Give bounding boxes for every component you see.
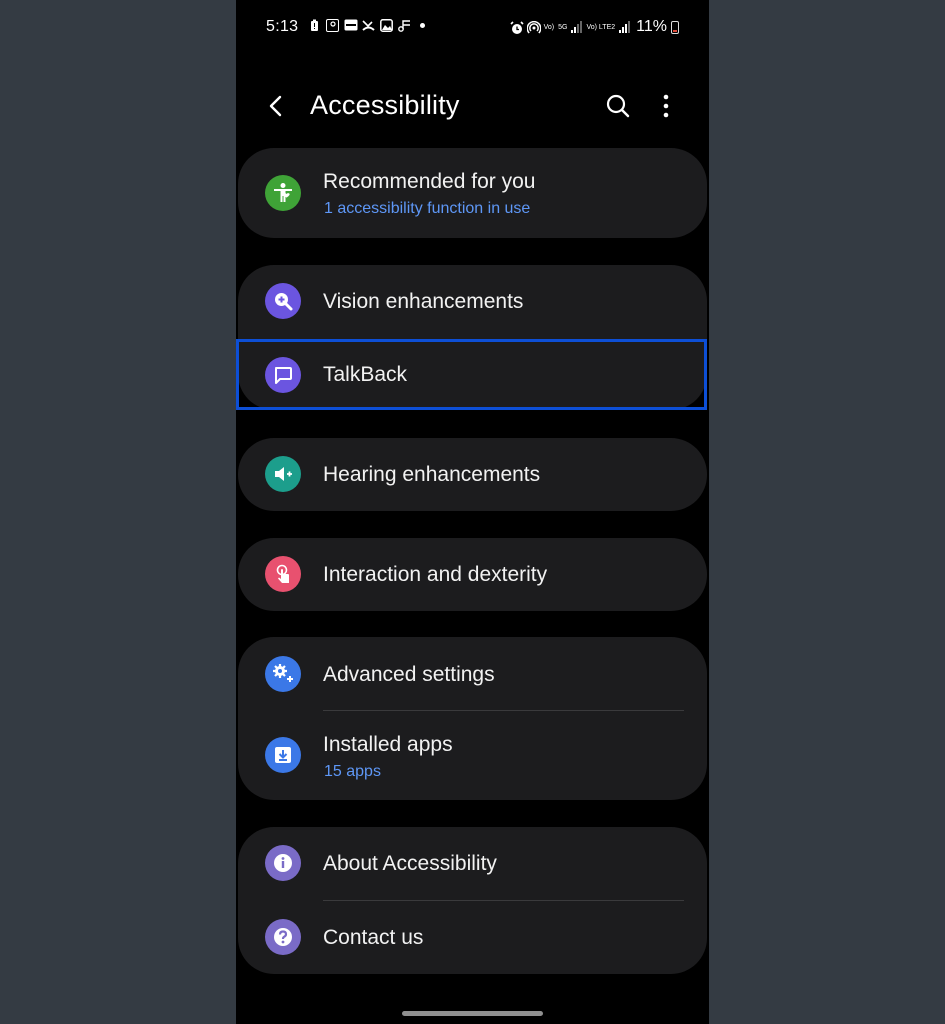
- hearing-enhancements-item[interactable]: Hearing enhancements: [238, 438, 707, 511]
- download-icon: [265, 737, 301, 773]
- signal-strength-2-icon: [619, 21, 631, 33]
- status-time: 5:13: [266, 18, 299, 35]
- app-header: Accessibility: [236, 72, 709, 142]
- recommended-for-you-item[interactable]: Recommended for you 1 accessibility func…: [238, 148, 707, 238]
- status-right-icons: Vo) 5G Vo) LTE2 11%: [510, 18, 679, 36]
- interaction-dexterity-item[interactable]: Interaction and dexterity: [238, 538, 707, 611]
- about-accessibility-item[interactable]: About Accessibility: [238, 827, 707, 900]
- battery-alert-icon: [308, 19, 321, 32]
- more-vertical-icon: [663, 94, 669, 118]
- hand-touch-icon: [265, 556, 301, 592]
- battery-icon: [671, 20, 679, 34]
- screen-record-icon: [326, 19, 339, 32]
- app-notification-icon: [344, 19, 358, 32]
- missed-call-icon: [362, 19, 375, 32]
- about-card: About Accessibility Contact us: [238, 827, 707, 974]
- battery-percent: 11%: [636, 18, 667, 35]
- chevron-left-icon: [269, 95, 282, 117]
- talkback-focus-highlight: [236, 339, 707, 410]
- advanced-title: Advanced settings: [323, 663, 495, 686]
- interaction-card: Interaction and dexterity: [238, 538, 707, 611]
- search-button[interactable]: [602, 90, 634, 122]
- recommended-title: Recommended for you: [323, 170, 536, 193]
- vision-title: Vision enhancements: [323, 290, 524, 313]
- interaction-title: Interaction and dexterity: [323, 563, 548, 586]
- installed-subtitle: 15 apps: [324, 763, 381, 780]
- phone-screen: 5:13 Vo) 5G Vo) LTE2 11% Accessibility R…: [236, 0, 709, 1024]
- gallery-icon: [380, 19, 393, 32]
- advanced-card: Advanced settings Installed apps 15 apps: [238, 637, 707, 800]
- accessibility-person-icon: [265, 175, 301, 211]
- 5g-label: 5G: [558, 23, 568, 31]
- volte-label-2: Vo) LTE2: [586, 23, 616, 31]
- installed-apps-item[interactable]: Installed apps 15 apps: [238, 711, 707, 800]
- page-title: Accessibility: [310, 90, 460, 120]
- music-note-icon: [398, 19, 411, 32]
- advanced-settings-item[interactable]: Advanced settings: [238, 637, 707, 710]
- more-options-button[interactable]: [654, 90, 678, 122]
- info-icon: [265, 845, 301, 881]
- alarm-icon: [510, 20, 524, 34]
- status-left-icons: [308, 19, 425, 32]
- search-icon: [606, 94, 630, 118]
- magnifier-icon: [265, 283, 301, 319]
- vision-enhancements-item[interactable]: Vision enhancements: [238, 265, 707, 339]
- contact-title: Contact us: [323, 926, 424, 949]
- contact-us-item[interactable]: Contact us: [238, 901, 707, 974]
- more-notifications-dot: [420, 23, 425, 28]
- volte-label-1: Vo): [543, 23, 555, 31]
- recommended-card: Recommended for you 1 accessibility func…: [238, 148, 707, 238]
- recommended-subtitle: 1 accessibility function in use: [324, 200, 531, 217]
- speaker-icon: [265, 456, 301, 492]
- signal-strength-1-icon: [571, 21, 583, 33]
- hotspot-icon: [526, 20, 542, 34]
- navigation-handle[interactable]: [402, 1011, 543, 1016]
- back-button[interactable]: [258, 88, 294, 124]
- status-bar: 5:13 Vo) 5G Vo) LTE2 11%: [236, 0, 709, 56]
- hearing-title: Hearing enhancements: [323, 463, 541, 486]
- hearing-card: Hearing enhancements: [238, 438, 707, 511]
- gears-icon: [265, 656, 301, 692]
- installed-title: Installed apps: [323, 733, 453, 756]
- about-title: About Accessibility: [323, 852, 497, 875]
- question-icon: [265, 919, 301, 955]
